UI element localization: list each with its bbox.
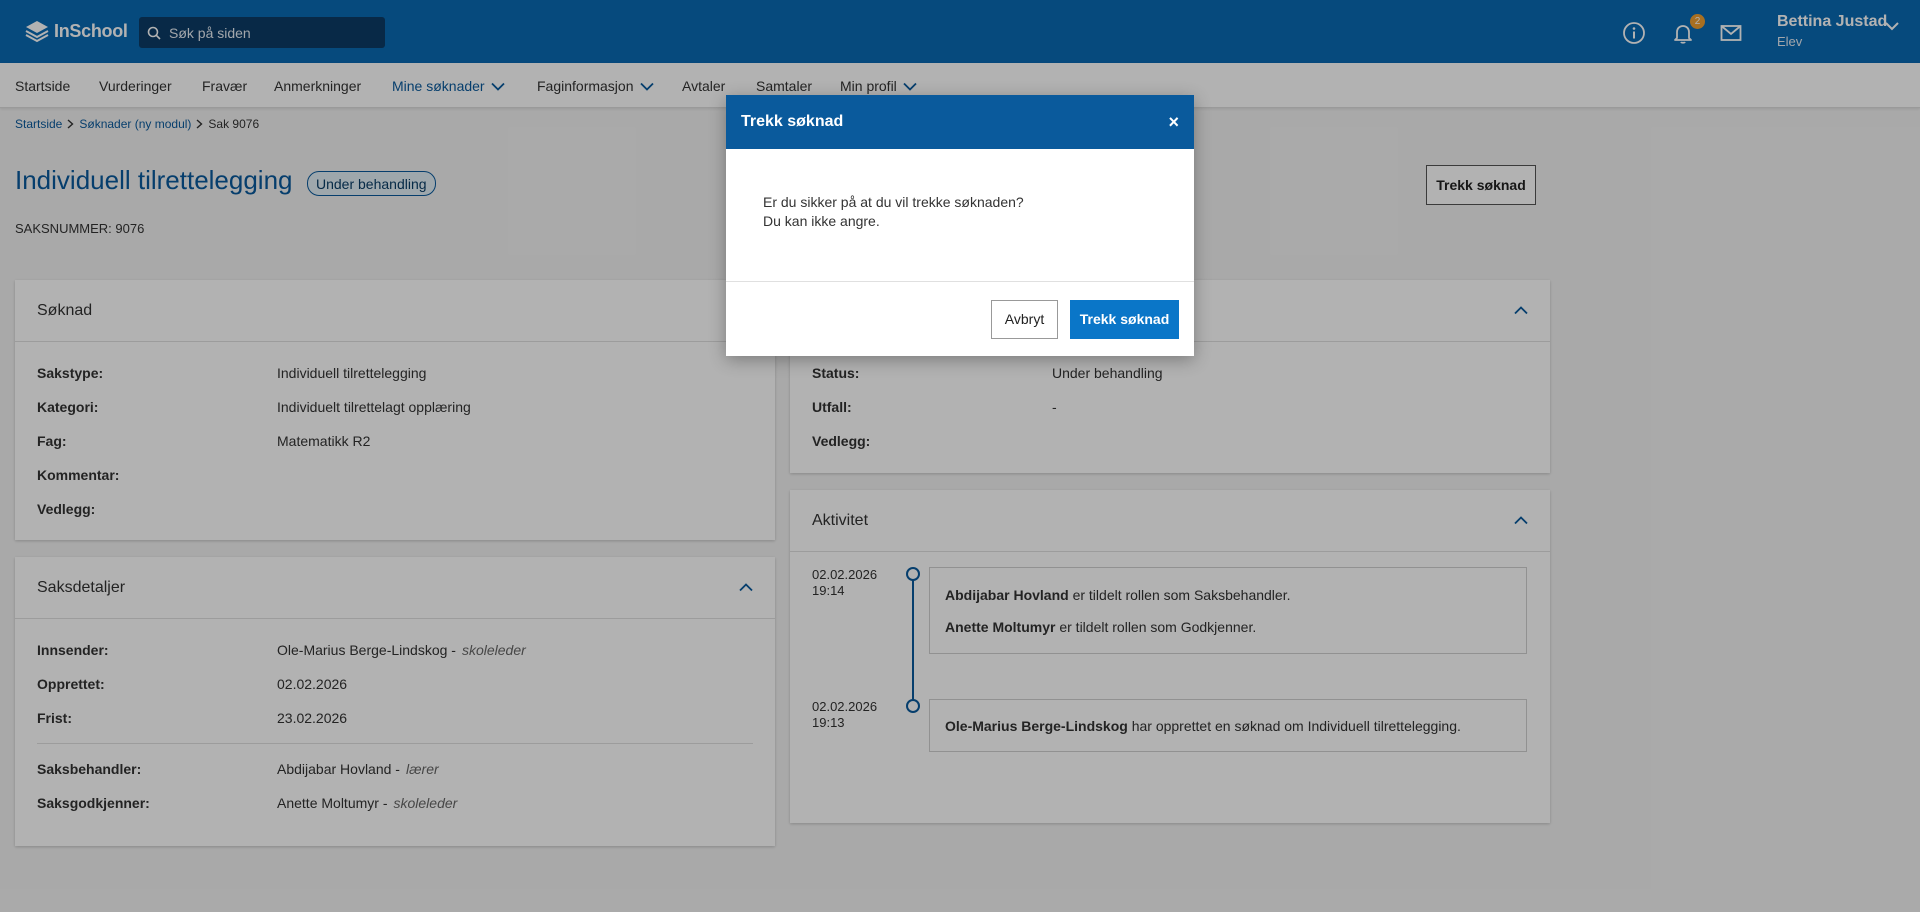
dialog-header: Trekk søknad × xyxy=(726,95,1194,149)
dialog-footer: Avbryt Trekk søknad xyxy=(726,282,1194,356)
dialog-body: Er du sikker på at du vil trekke søknade… xyxy=(726,149,1194,282)
cancel-button[interactable]: Avbryt xyxy=(991,299,1058,339)
confirm-withdraw-button[interactable]: Trekk søknad xyxy=(1070,299,1179,339)
withdraw-dialog: Trekk søknad × Er du sikker på at du vil… xyxy=(726,95,1194,356)
close-icon[interactable]: × xyxy=(1168,112,1179,133)
dialog-message: Er du sikker på at du vil trekke søknade… xyxy=(763,194,1024,210)
dialog-title: Trekk søknad xyxy=(741,113,844,130)
dialog-warning: Du kan ikke angre. xyxy=(763,213,880,229)
